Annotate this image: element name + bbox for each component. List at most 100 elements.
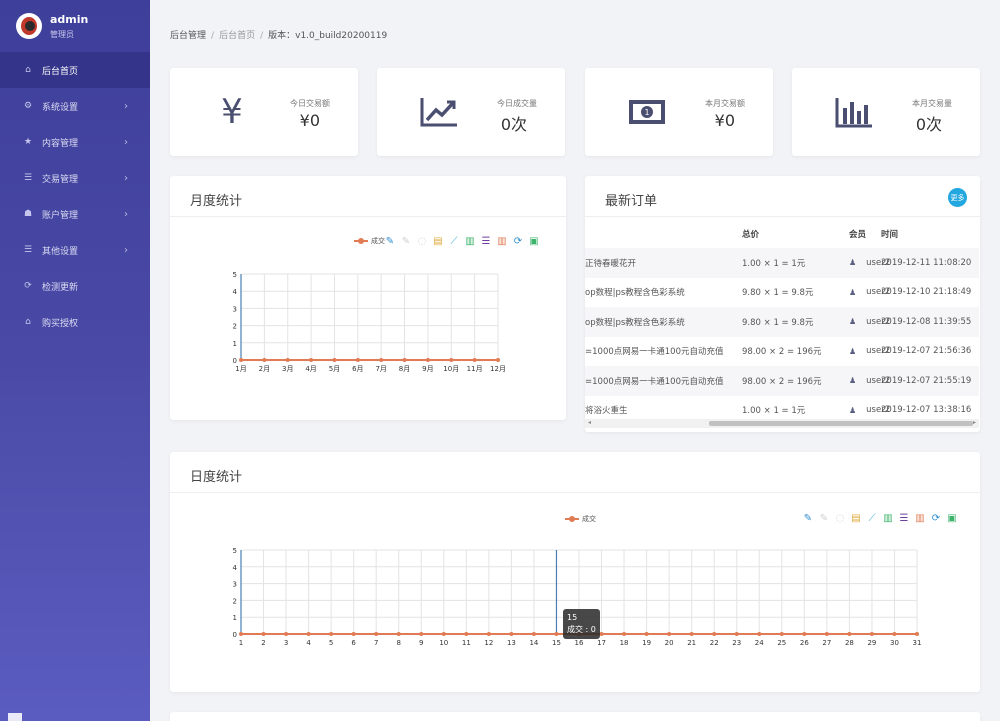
order-name[interactable]: =1000点网易一卡通100元自动充值 — [585, 375, 735, 387]
data-point — [402, 358, 407, 362]
data-point — [847, 632, 852, 636]
data-point — [332, 358, 337, 362]
more-button[interactable]: 更多 — [948, 188, 967, 207]
x-tick-label: 20 — [665, 639, 674, 647]
sidebar-item-label: 系统设置 — [42, 102, 79, 113]
x-tick-label: 7月 — [375, 365, 386, 373]
order-name[interactable]: 正待春暖花开 — [585, 257, 735, 269]
sidebar-menu: ⌂ 后台首页 ⚙ 系统设置 › ★ 内容管理 › ☰ 交易管理 › ☗ 账户管理 › ☰ 其他设置 › ⟳ 检测更新… — [0, 52, 150, 340]
breadcrumb: 后台管理 / 后台首页 / 版本：v1.0_build20200119 — [170, 28, 387, 41]
data-point — [441, 632, 446, 636]
sidebar-item[interactable]: ☰ 其他设置 › — [0, 232, 150, 268]
scroll-right-arrow-icon[interactable]: ▸ — [973, 419, 976, 426]
data-point — [355, 358, 360, 362]
x-tick-label: 29 — [867, 639, 876, 647]
x-tick-label: 6 — [351, 639, 356, 647]
order-time: 2019-12-07 13:38:16 — [881, 405, 972, 416]
x-tick-label: 2月 — [259, 365, 270, 373]
table-row: 正待春暖花开 1.00 × 1 = 1元 ♟ user2 2019-12-11 11:0… — [585, 248, 979, 278]
data-point — [486, 632, 491, 636]
data-point — [824, 632, 829, 636]
stat-card-today-amount: ¥ 今日交易额 ¥0 — [170, 68, 358, 156]
home-icon: ⌂ — [25, 317, 31, 327]
sidebar-item[interactable]: ☗ 账户管理 › — [0, 196, 150, 232]
data-point — [284, 632, 289, 636]
data-point — [531, 632, 536, 636]
x-tick-label: 4 — [306, 639, 311, 647]
sidebar-item-label: 账户管理 — [42, 210, 79, 221]
order-name[interactable]: op数程|ps教程含色彩系统 — [585, 286, 735, 298]
data-point — [496, 358, 500, 362]
order-time: 2019-12-10 21:18:49 — [881, 287, 972, 298]
yen-icon: ¥ — [221, 92, 243, 132]
sidebar-item[interactable]: ⌂ 购买授权 — [0, 304, 150, 340]
x-tick-label: 26 — [800, 639, 809, 647]
y-tick-label: 4 — [233, 288, 238, 296]
data-point — [599, 632, 604, 636]
x-tick-label: 5 — [329, 639, 333, 647]
data-point — [306, 632, 311, 636]
sidebar-item[interactable]: ⚙ 系统设置 › — [0, 88, 150, 124]
list-icon: ☰ — [23, 245, 33, 255]
data-point — [285, 358, 290, 362]
x-tick-label: 15 — [552, 639, 561, 647]
sidebar-item-label: 内容管理 — [42, 138, 79, 149]
stat-value: 0次 — [915, 115, 942, 134]
data-point — [309, 358, 314, 362]
x-tick-label: 13 — [507, 639, 516, 647]
sidebar-item[interactable]: ⟳ 检测更新 — [0, 268, 150, 304]
sidebar-item[interactable]: ⌂ 后台首页 — [0, 52, 150, 88]
x-tick-label: 11月 — [467, 365, 483, 373]
order-name[interactable]: op数程|ps教程含色彩系统 — [585, 316, 735, 328]
order-price: 1.00 × 1 = 1元 — [742, 258, 806, 269]
sidebar-item[interactable]: ☰ 交易管理 › — [0, 160, 150, 196]
x-tick-label: 1月 — [235, 365, 246, 373]
stat-label: 今日交易额 — [290, 99, 330, 108]
order-time: 2019-12-11 11:08:20 — [881, 257, 972, 268]
data-point — [622, 632, 627, 636]
chevron-right-icon: › — [124, 208, 128, 220]
stat-label: 本月交易额 — [705, 99, 745, 108]
data-point — [425, 358, 430, 362]
x-tick-label: 4月 — [305, 365, 316, 373]
table-row: =1000点网易一卡通100元自动充值 98.00 × 2 = 196元 ♟ user… — [585, 366, 979, 396]
breadcrumb-current[interactable]: 后台首页 — [219, 31, 255, 41]
scrollbar-thumb[interactable] — [709, 421, 973, 426]
order-name[interactable]: =1000点网易一卡通100元自动充值 — [585, 345, 735, 357]
data-point — [419, 632, 424, 636]
breadcrumb-root[interactable]: 后台管理 — [170, 31, 206, 41]
order-time: 2019-12-07 21:56:36 — [881, 346, 972, 357]
bar-chart-icon — [832, 92, 876, 132]
order-time: 2019-12-08 11:39:55 — [881, 316, 972, 327]
trend-chart-icon — [417, 92, 461, 132]
sidebar-item-label: 其他设置 — [42, 246, 79, 257]
order-price: 9.80 × 1 = 9.8元 — [742, 317, 814, 328]
order-price: 98.00 × 2 = 196元 — [742, 347, 822, 358]
order-price: 9.80 × 1 = 9.8元 — [742, 288, 814, 299]
order-name[interactable]: 将浴火重生 — [585, 404, 735, 416]
y-tick-label: 4 — [233, 564, 238, 572]
sidebar-footer-tab[interactable] — [8, 713, 22, 721]
home-icon: ⌂ — [25, 65, 31, 75]
table-row: =1000点网易一卡通100元自动充值 98.00 × 2 = 196元 ♟ user… — [585, 337, 979, 367]
x-tick-label: 21 — [687, 639, 696, 647]
x-tick-label: 1 — [239, 639, 243, 647]
chevron-right-icon: › — [124, 100, 128, 112]
breadcrumb-separator: / — [211, 31, 215, 41]
list-icon: ☰ — [23, 173, 33, 183]
data-point — [712, 632, 717, 636]
sidebar-item[interactable]: ★ 内容管理 › — [0, 124, 150, 160]
x-tick-label: 23 — [732, 639, 741, 647]
banknote-icon: 1 — [625, 92, 669, 132]
chart-tooltip: 15 成交 : 0 — [563, 609, 600, 639]
avatar[interactable] — [16, 13, 42, 39]
y-tick-label: 2 — [233, 323, 237, 331]
user-role: 管理员 — [50, 29, 74, 39]
horizontal-scrollbar[interactable]: ◂ ▸ — [585, 419, 979, 428]
data-point — [802, 632, 807, 636]
x-tick-label: 7 — [374, 639, 378, 647]
stat-label: 今日成交量 — [497, 99, 537, 108]
scroll-left-arrow-icon[interactable]: ◂ — [588, 419, 591, 426]
y-tick-label: 5 — [233, 547, 237, 555]
table-header: 总价 会员 时间 — [585, 220, 979, 248]
